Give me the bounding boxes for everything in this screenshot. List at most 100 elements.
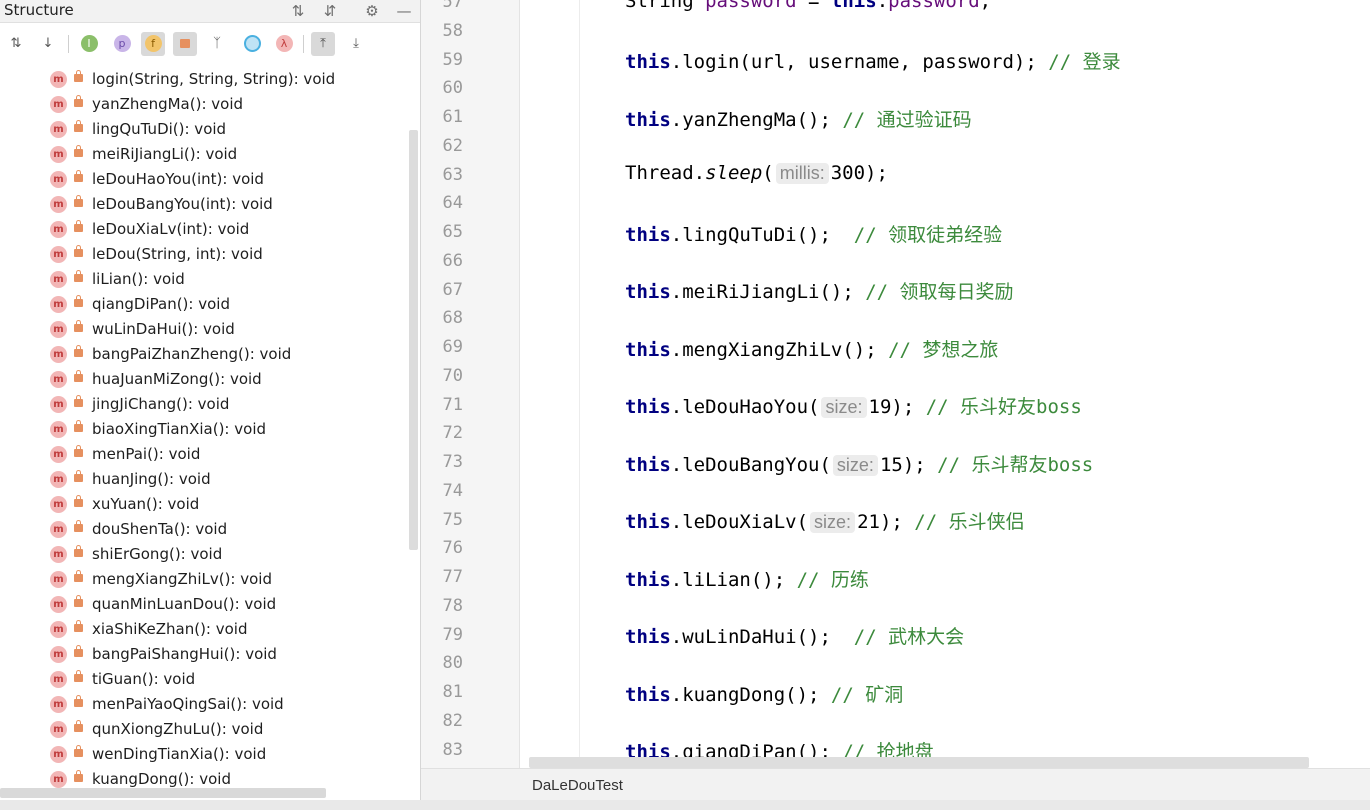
- this-keyword: this: [625, 684, 671, 706]
- gear-icon[interactable]: ⚙: [361, 0, 383, 22]
- structure-method-item[interactable]: m huanJing(): void: [0, 467, 408, 492]
- window-bottom-strip: [0, 800, 1370, 810]
- structure-method-item[interactable]: m yanZhengMa(): void: [0, 92, 408, 117]
- tree-vertical-scrollbar[interactable]: [409, 130, 418, 550]
- code-line-79[interactable]: this.wuLinDaHui(); // 武林大会: [625, 622, 964, 649]
- comment: // 乐斗帮友boss: [937, 454, 1094, 476]
- tree-horizontal-scrollbar[interactable]: [0, 788, 326, 798]
- structure-method-item[interactable]: m menPai(): void: [0, 442, 408, 467]
- code-line-57[interactable]: String password = this.password;: [625, 0, 991, 12]
- method-signature: douShenTa(): void: [92, 520, 228, 538]
- editor-horizontal-scrollbar[interactable]: [529, 757, 1309, 768]
- structure-method-item[interactable]: m jingJiChang(): void: [0, 392, 408, 417]
- structure-method-item[interactable]: m shiErGong(): void: [0, 542, 408, 567]
- autoscroll-from-source-icon[interactable]: ⤓: [344, 32, 368, 56]
- line-number: 63: [442, 165, 463, 185]
- method-signature: tiGuan(): void: [92, 670, 196, 688]
- method-signature: kuangDong(): void: [92, 770, 231, 788]
- lock-icon: [74, 370, 83, 382]
- code-line-65[interactable]: this.lingQuTuDi(); // 领取徒弟经验: [625, 220, 1002, 247]
- method-icon: m: [50, 371, 67, 388]
- method-signature: leDouHaoYou(int): void: [92, 170, 264, 188]
- structure-method-item[interactable]: m leDouHaoYou(int): void: [0, 167, 408, 192]
- this-keyword: this: [830, 0, 877, 12]
- show-properties-icon[interactable]: p: [110, 32, 134, 56]
- code-line-71[interactable]: this.leDouHaoYou(size: 19); // 乐斗好友boss: [625, 392, 1082, 419]
- method-icon: m: [50, 121, 67, 138]
- collapse-all-icon[interactable]: ⇵: [319, 0, 341, 22]
- lock-icon: [74, 570, 83, 582]
- structure-method-item[interactable]: m mengXiangZhiLv(): void: [0, 567, 408, 592]
- structure-method-item[interactable]: m login(String, String, String): void: [0, 67, 408, 92]
- method-signature: menPaiYaoQingSai(): void: [92, 695, 284, 713]
- code-line-59[interactable]: this.login(url, username, password); // …: [625, 47, 1121, 74]
- structure-method-item[interactable]: m meiRiJiangLi(): void: [0, 142, 408, 167]
- method-signature: yanZhengMa(): void: [92, 95, 244, 113]
- lock-icon: [74, 145, 83, 157]
- lock-icon: [74, 545, 83, 557]
- show-fields-icon[interactable]: f: [141, 32, 165, 56]
- sort-by-visibility-icon[interactable]: ⇅: [4, 32, 28, 56]
- structure-method-item[interactable]: m xuYuan(): void: [0, 492, 408, 517]
- parameter-hint: millis:: [775, 163, 829, 184]
- status-file-name[interactable]: DaLeDouTest: [532, 777, 623, 794]
- structure-method-item[interactable]: m lingQuTuDi(): void: [0, 117, 408, 142]
- structure-method-item[interactable]: m biaoXingTianXia(): void: [0, 417, 408, 442]
- show-non-public-icon[interactable]: [173, 32, 197, 56]
- lock-icon: [74, 170, 83, 182]
- sort-alphabetically-icon[interactable]: ↓: [36, 32, 60, 56]
- parameter-hint: size:: [810, 512, 856, 533]
- line-number: 77: [442, 567, 463, 587]
- this-keyword: this: [625, 511, 671, 533]
- show-inherited-icon[interactable]: I: [77, 32, 101, 56]
- code-line-69[interactable]: this.mengXiangZhiLv(); // 梦想之旅: [625, 335, 998, 362]
- structure-method-item[interactable]: m leDouBangYou(int): void: [0, 192, 408, 217]
- structure-method-item[interactable]: m douShenTa(): void: [0, 517, 408, 542]
- method-icon: m: [50, 571, 67, 588]
- autoscroll-to-source-icon[interactable]: ⤒: [311, 32, 335, 56]
- code-editor[interactable]: String password = this.password; this.lo…: [520, 0, 1370, 768]
- structure-method-item[interactable]: m leDou(String, int): void: [0, 242, 408, 267]
- code-line-63[interactable]: Thread.sleep(millis: 300);: [625, 162, 888, 184]
- structure-method-item[interactable]: m quanMinLuanDou(): void: [0, 592, 408, 617]
- structure-method-item[interactable]: m tiGuan(): void: [0, 667, 408, 692]
- show-anonymous-icon[interactable]: ᛉ: [205, 32, 229, 56]
- method-icon: m: [50, 71, 67, 88]
- structure-method-item[interactable]: m qunXiongZhuLu(): void: [0, 717, 408, 742]
- code-line-75[interactable]: this.leDouXiaLv(size: 21); // 乐斗侠侣: [625, 507, 1025, 534]
- structure-method-item[interactable]: m wenDingTianXia(): void: [0, 742, 408, 767]
- show-lambdas-icon[interactable]: [240, 32, 264, 56]
- code-line-73[interactable]: this.leDouBangYou(size: 15); // 乐斗帮友boss: [625, 450, 1093, 477]
- structure-method-item[interactable]: m wuLinDaHui(): void: [0, 317, 408, 342]
- argument: 300);: [830, 162, 888, 184]
- lock-icon: [74, 520, 83, 532]
- method-signature: lingQuTuDi(): void: [92, 120, 227, 138]
- structure-method-item[interactable]: m qiangDiPan(): void: [0, 292, 408, 317]
- structure-method-item[interactable]: m menPaiYaoQingSai(): void: [0, 692, 408, 717]
- method-signature: wuLinDaHui(): void: [92, 320, 235, 338]
- structure-method-item[interactable]: m bangPaiShangHui(): void: [0, 642, 408, 667]
- lambda-icon[interactable]: λ: [272, 32, 296, 56]
- static-method: sleep: [705, 162, 763, 184]
- code-line-61[interactable]: this.yanZhengMa(); // 通过验证码: [625, 105, 972, 132]
- minimize-icon[interactable]: —: [393, 0, 415, 22]
- line-number: 83: [442, 740, 463, 760]
- method-signature: huaJuanMiZong(): void: [92, 370, 262, 388]
- structure-method-item[interactable]: m liLian(): void: [0, 267, 408, 292]
- structure-method-item[interactable]: m xiaShiKeZhan(): void: [0, 617, 408, 642]
- expand-all-icon[interactable]: ⇅: [287, 0, 309, 22]
- method-signature: bangPaiShangHui(): void: [92, 645, 277, 663]
- lock-icon: [74, 220, 83, 232]
- method-icon: m: [50, 96, 67, 113]
- line-number: 80: [442, 653, 463, 673]
- method-call: .kuangDong();: [670, 684, 831, 706]
- code-line-81[interactable]: this.kuangDong(); // 矿洞: [625, 680, 903, 707]
- lock-icon: [74, 395, 83, 407]
- code-line-77[interactable]: this.liLian(); // 历练: [625, 565, 869, 592]
- structure-method-item[interactable]: m huaJuanMiZong(): void: [0, 367, 408, 392]
- method-icon: m: [50, 521, 67, 538]
- structure-method-item[interactable]: m bangPaiZhanZheng(): void: [0, 342, 408, 367]
- code-line-67[interactable]: this.meiRiJiangLi(); // 领取每日奖励: [625, 277, 1014, 304]
- structure-method-item[interactable]: m leDouXiaLv(int): void: [0, 217, 408, 242]
- line-number: 71: [442, 395, 463, 415]
